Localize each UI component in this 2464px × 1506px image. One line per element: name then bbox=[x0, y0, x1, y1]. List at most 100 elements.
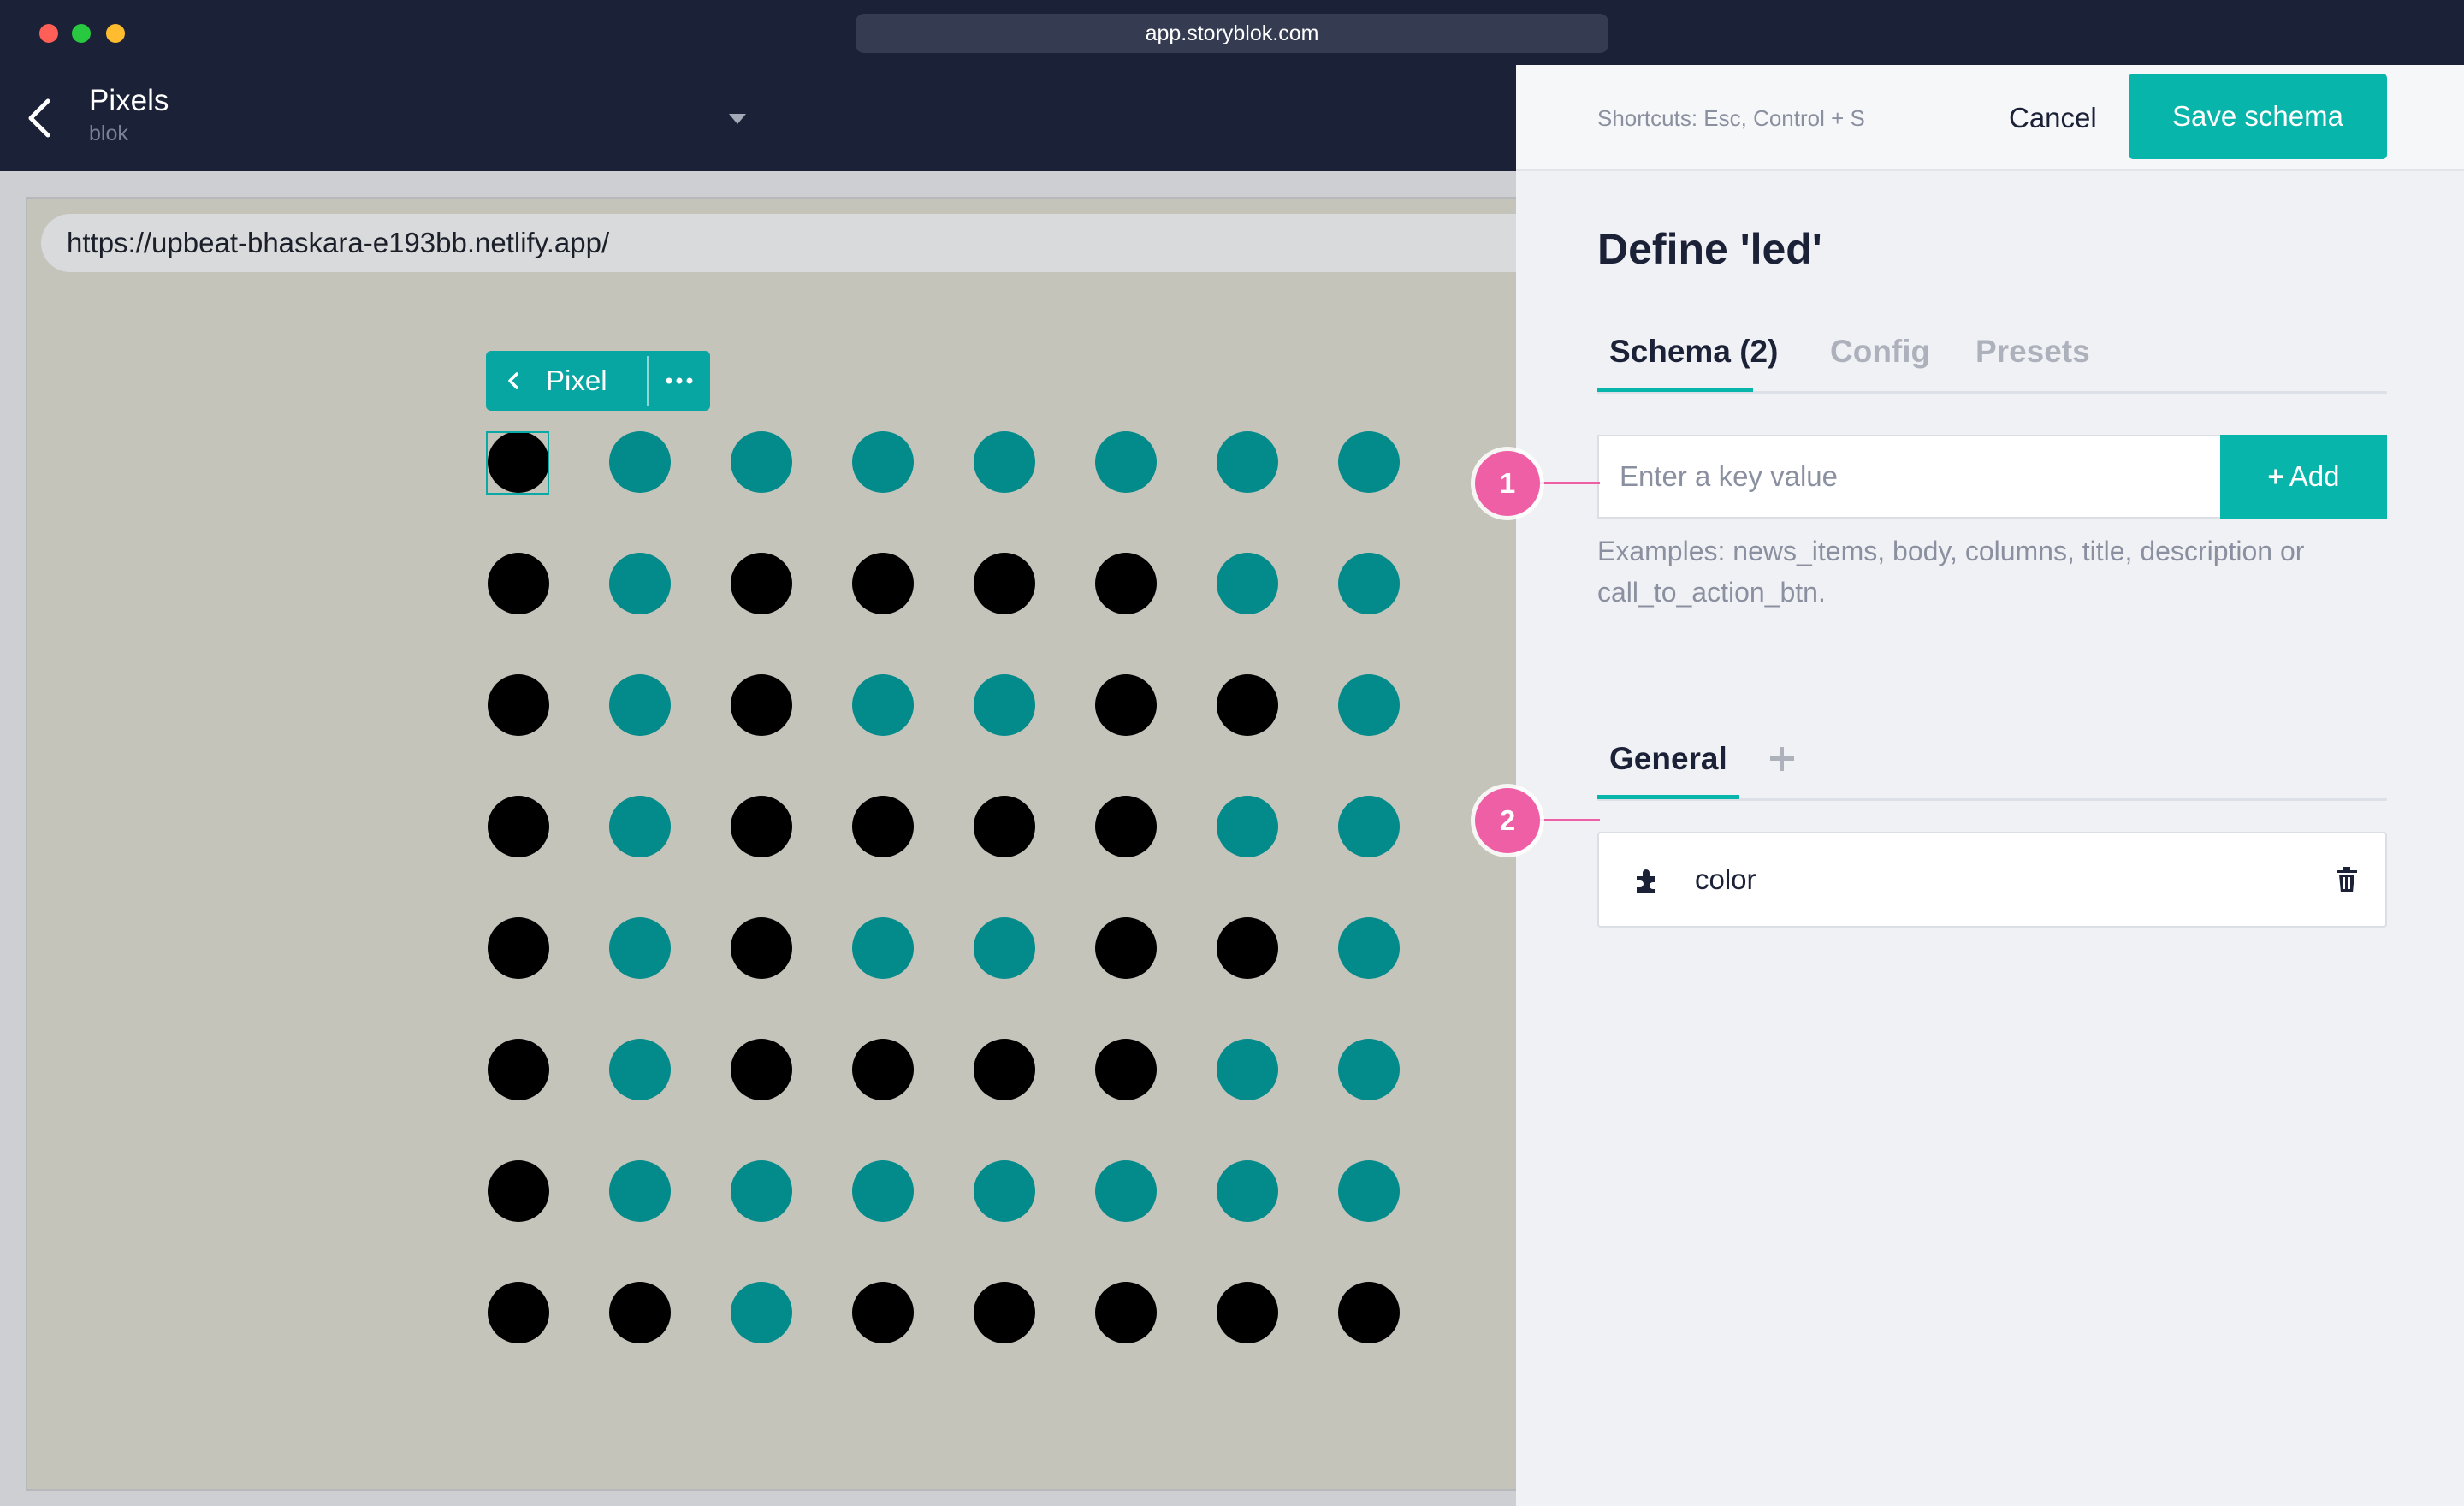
led-pixel[interactable] bbox=[609, 796, 671, 857]
led-pixel[interactable] bbox=[609, 917, 671, 979]
led-pixel[interactable] bbox=[852, 674, 914, 736]
led-pixel[interactable] bbox=[609, 1282, 671, 1343]
led-pixel[interactable] bbox=[1095, 796, 1157, 857]
led-pixel[interactable] bbox=[852, 917, 914, 979]
led-pixel[interactable] bbox=[1095, 553, 1157, 614]
led-pixel[interactable] bbox=[488, 796, 549, 857]
callout-badge-1: 1 bbox=[1475, 451, 1540, 516]
cancel-button[interactable]: Cancel bbox=[2009, 98, 2097, 139]
led-pixel[interactable] bbox=[1217, 796, 1278, 857]
led-pixel[interactable] bbox=[488, 1039, 549, 1100]
schema-field-row[interactable]: color bbox=[1597, 832, 2387, 928]
chevron-left-icon bbox=[28, 98, 50, 138]
led-pixel[interactable] bbox=[1338, 1282, 1400, 1343]
more-options-button[interactable] bbox=[649, 351, 710, 411]
close-window-button[interactable] bbox=[39, 24, 58, 43]
led-pixel[interactable] bbox=[731, 1282, 792, 1343]
led-pixel[interactable] bbox=[1338, 431, 1400, 493]
key-value-input[interactable] bbox=[1597, 435, 2220, 519]
led-pixel[interactable] bbox=[609, 674, 671, 736]
maximize-window-button[interactable] bbox=[72, 24, 91, 43]
block-toolbar: Pixel bbox=[486, 351, 710, 411]
led-pixel[interactable] bbox=[1338, 553, 1400, 614]
tab-general[interactable]: General bbox=[1609, 738, 1727, 780]
led-pixel[interactable] bbox=[852, 1282, 914, 1343]
active-tab-indicator bbox=[1597, 388, 1753, 392]
led-pixel[interactable] bbox=[852, 796, 914, 857]
led-pixel[interactable] bbox=[488, 1160, 549, 1222]
back-button[interactable] bbox=[24, 92, 58, 144]
led-pixel[interactable] bbox=[609, 431, 671, 493]
led-pixel[interactable] bbox=[974, 1282, 1035, 1343]
app-header: Pixels blok bbox=[0, 65, 1516, 171]
led-pixel[interactable] bbox=[1338, 1039, 1400, 1100]
led-pixel[interactable] bbox=[731, 674, 792, 736]
led-pixel[interactable] bbox=[1217, 553, 1278, 614]
led-pixel[interactable] bbox=[1095, 1039, 1157, 1100]
schema-title: Define 'led' bbox=[1597, 225, 1822, 273]
led-pixel[interactable] bbox=[731, 1160, 792, 1222]
callout-connector-2 bbox=[1540, 819, 1600, 821]
led-pixel[interactable] bbox=[974, 1039, 1035, 1100]
parent-block-button[interactable]: Pixel bbox=[486, 351, 647, 411]
led-pixel[interactable] bbox=[609, 553, 671, 614]
led-pixel[interactable] bbox=[488, 917, 549, 979]
led-pixel[interactable] bbox=[731, 917, 792, 979]
page-title: Pixels bbox=[89, 84, 169, 117]
led-pixel[interactable] bbox=[974, 1160, 1035, 1222]
led-pixel[interactable] bbox=[488, 674, 549, 736]
shortcuts-hint: Shortcuts: Esc, Control + S bbox=[1597, 105, 1865, 131]
led-pixel[interactable] bbox=[1217, 1039, 1278, 1100]
led-pixel[interactable] bbox=[1095, 431, 1157, 493]
led-pixel[interactable] bbox=[1095, 1160, 1157, 1222]
led-pixel[interactable] bbox=[1338, 796, 1400, 857]
tab-presets[interactable]: Presets bbox=[1975, 330, 2090, 373]
caret-down-icon[interactable] bbox=[727, 112, 748, 126]
led-pixel[interactable] bbox=[974, 796, 1035, 857]
led-pixel[interactable] bbox=[1095, 674, 1157, 736]
ellipsis-icon bbox=[666, 377, 693, 384]
led-pixel[interactable] bbox=[1217, 917, 1278, 979]
led-pixel[interactable] bbox=[731, 1039, 792, 1100]
examples-hint: Examples: news_items, body, columns, tit… bbox=[1597, 536, 2305, 608]
browser-address-bar[interactable]: app.storyblok.com bbox=[856, 14, 1608, 53]
led-pixel[interactable] bbox=[731, 431, 792, 493]
tab-config[interactable]: Config bbox=[1830, 330, 1930, 373]
led-pixel[interactable] bbox=[1217, 431, 1278, 493]
tab-schema[interactable]: Schema (2) bbox=[1609, 330, 1778, 373]
led-pixel[interactable] bbox=[852, 553, 914, 614]
led-pixel[interactable] bbox=[1095, 917, 1157, 979]
led-pixel[interactable] bbox=[974, 917, 1035, 979]
led-pixel[interactable] bbox=[974, 553, 1035, 614]
led-pixel[interactable] bbox=[1217, 1282, 1278, 1343]
led-pixel[interactable] bbox=[609, 1039, 671, 1100]
block-name-label: Pixel bbox=[546, 365, 607, 396]
minimize-window-button[interactable] bbox=[106, 24, 125, 43]
led-pixel[interactable] bbox=[1217, 674, 1278, 736]
save-schema-button[interactable]: Save schema bbox=[2129, 74, 2387, 159]
chevron-left-icon bbox=[508, 372, 518, 389]
led-pixel[interactable] bbox=[731, 796, 792, 857]
add-button-label: Add bbox=[2289, 460, 2340, 492]
led-pixel[interactable] bbox=[488, 1282, 549, 1343]
led-pixel[interactable] bbox=[1338, 674, 1400, 736]
led-pixel[interactable] bbox=[852, 1160, 914, 1222]
led-pixel[interactable] bbox=[609, 1160, 671, 1222]
led-pixel[interactable] bbox=[1095, 1282, 1157, 1343]
led-pixel[interactable] bbox=[852, 1039, 914, 1100]
puzzle-icon bbox=[1637, 869, 1656, 893]
led-pixel[interactable] bbox=[488, 553, 549, 614]
led-pixel[interactable] bbox=[1338, 1160, 1400, 1222]
preview-url: https://upbeat-bhaskara-e193bb.netlify.a… bbox=[67, 227, 610, 258]
led-pixel[interactable] bbox=[1217, 1160, 1278, 1222]
add-group-button[interactable] bbox=[1765, 738, 1799, 780]
preview-url-bar[interactable]: https://upbeat-bhaskara-e193bb.netlify.a… bbox=[41, 214, 1516, 272]
led-pixel[interactable] bbox=[974, 674, 1035, 736]
led-pixel[interactable] bbox=[1338, 917, 1400, 979]
trash-icon[interactable] bbox=[2335, 866, 2359, 893]
led-pixel[interactable] bbox=[852, 431, 914, 493]
add-field-button[interactable]: + Add bbox=[2220, 435, 2387, 519]
selected-block-outline bbox=[486, 431, 549, 495]
led-pixel[interactable] bbox=[974, 431, 1035, 493]
led-pixel[interactable] bbox=[731, 553, 792, 614]
